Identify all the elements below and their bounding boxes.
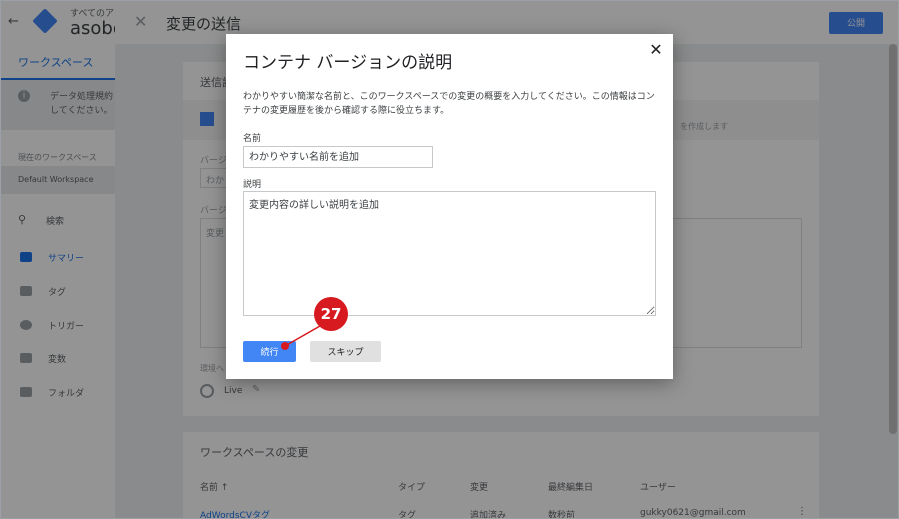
annotation-marker: 27 xyxy=(314,297,348,331)
annotation-callout-line xyxy=(284,325,321,347)
annotation-dot xyxy=(281,342,289,350)
callout-line xyxy=(284,325,321,347)
